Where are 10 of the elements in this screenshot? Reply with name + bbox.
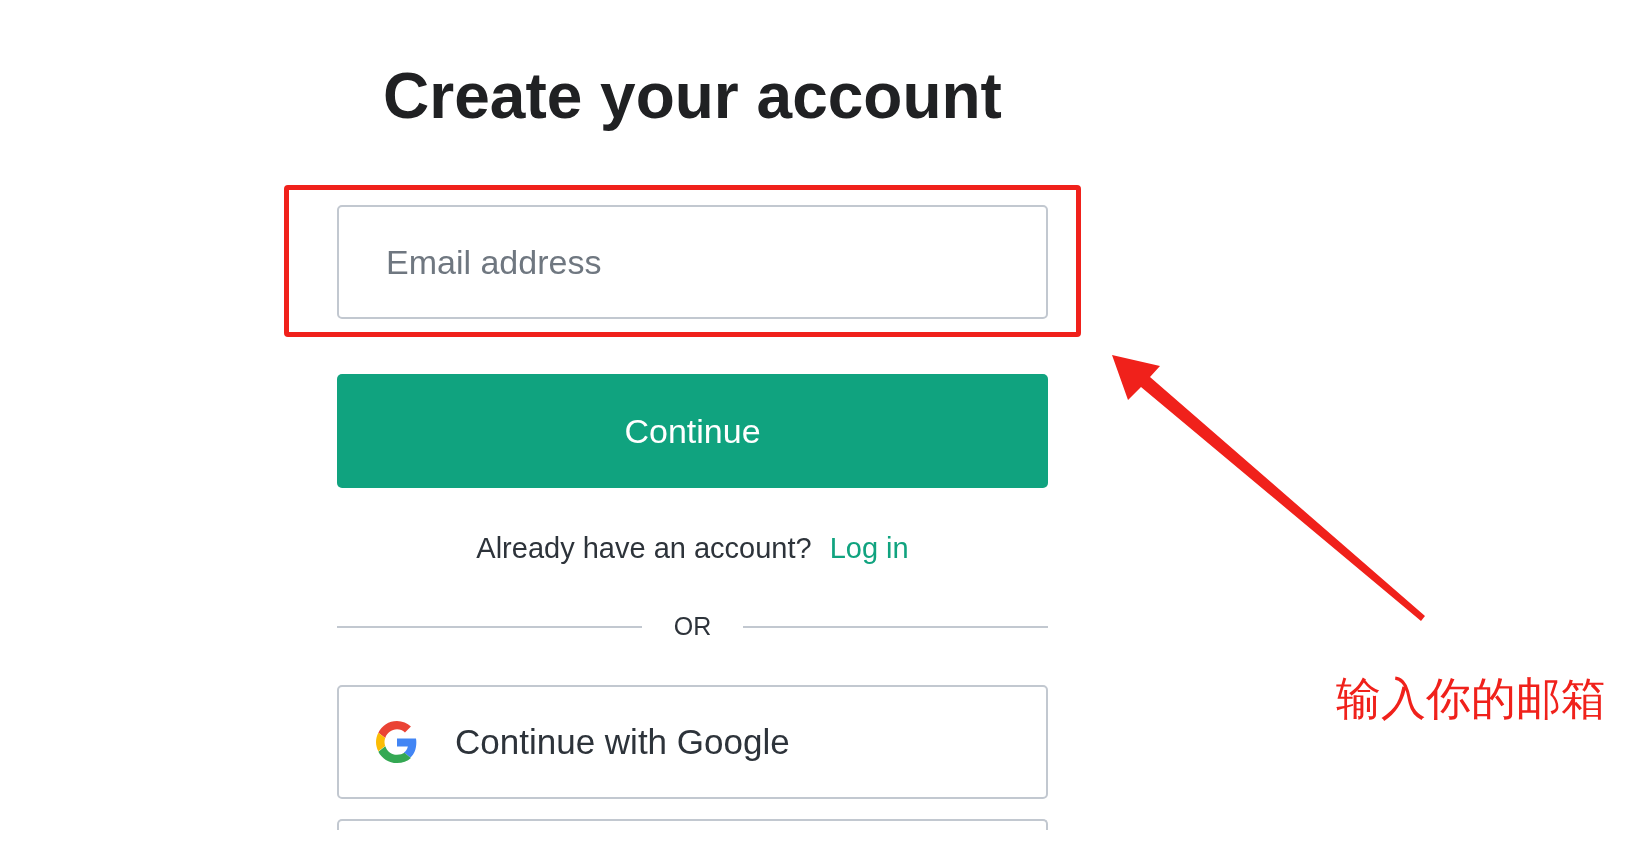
login-link[interactable]: Log in [829,528,909,568]
continue-button[interactable]: Continue [337,374,1048,488]
email-field[interactable]: Email address [337,205,1048,319]
login-prompt: Already have an account? [476,531,812,566]
google-button[interactable]: Continue with Google [337,685,1048,799]
google-icon [376,721,418,763]
divider-label: OR [673,612,712,641]
page-title: Create your account [382,59,1003,134]
social-button[interactable] [337,819,1048,830]
annotation-text: 输入你的邮箱 [1336,672,1606,726]
